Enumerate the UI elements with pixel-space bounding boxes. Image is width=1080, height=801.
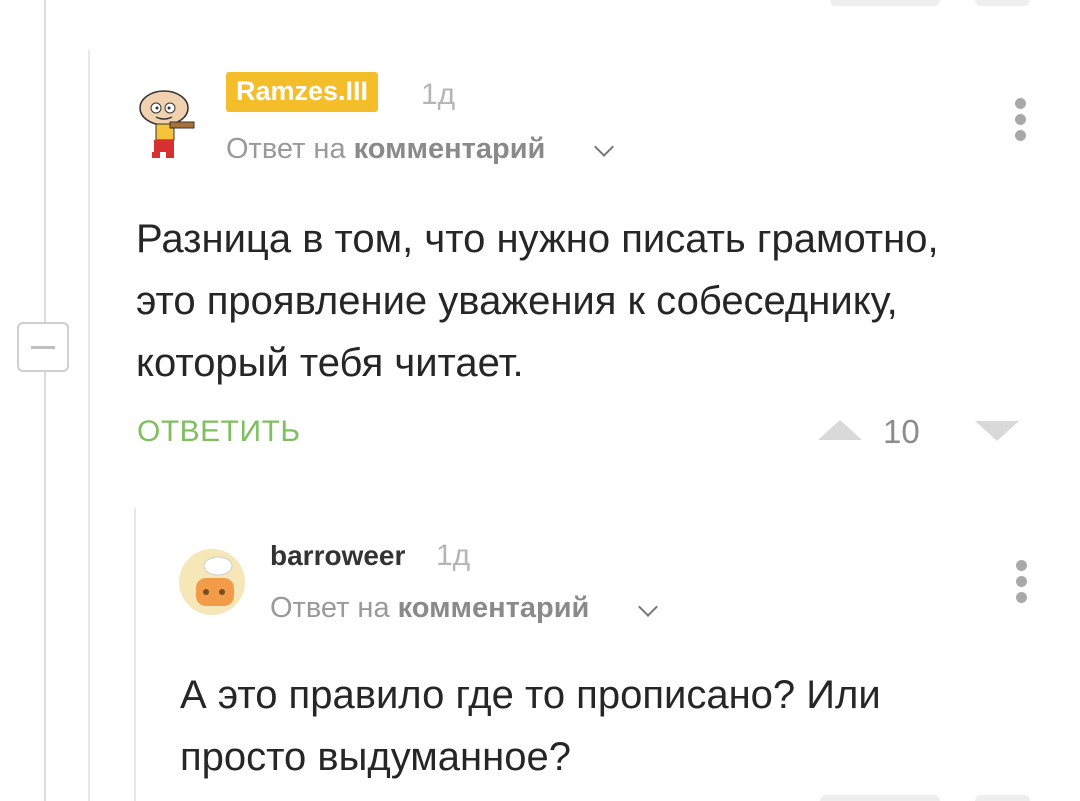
more-options-icon[interactable] xyxy=(1015,98,1027,146)
reply-to-prefix: Ответ на xyxy=(226,133,354,165)
comment-text-line: Разница в том, что нужно писать грамотно… xyxy=(136,217,939,261)
chevron-down-icon[interactable] xyxy=(594,137,614,157)
next-vote-remnant xyxy=(820,795,940,801)
comment: Ramzes.III 1д Ответ на комментарий Разни… xyxy=(0,0,1080,470)
comment-time: 1д xyxy=(436,539,471,572)
reply-to-link[interactable]: комментарий xyxy=(398,592,590,624)
comment: barroweer 1д Ответ на комментарий А это … xyxy=(0,508,1080,801)
comment-text-line: А это правило где то прописано? Или xyxy=(180,673,881,717)
comment-text-line: просто выдуманное? xyxy=(180,735,571,779)
comment-time: 1д xyxy=(421,78,456,111)
stewie-avatar-icon[interactable] xyxy=(132,84,202,164)
upvote-icon[interactable] xyxy=(818,420,862,440)
reply-button[interactable]: ОТВЕТИТЬ xyxy=(137,415,301,449)
reply-to-prefix: Ответ на xyxy=(270,592,398,624)
username-badge[interactable]: Ramzes.III xyxy=(226,72,379,112)
reply-to-label[interactable]: Ответ на комментарий xyxy=(270,592,589,625)
reply-to-link[interactable]: комментарий xyxy=(354,133,546,165)
username-link[interactable]: barroweer xyxy=(270,540,405,572)
comment-text-line: это проявление уважения к собеседнику, xyxy=(136,279,898,323)
next-vote-remnant xyxy=(975,795,1030,801)
chevron-down-icon[interactable] xyxy=(638,597,658,617)
cook-avatar-icon[interactable] xyxy=(178,548,246,616)
reply-to-label[interactable]: Ответ на комментарий xyxy=(226,133,545,166)
comment-score: 10 xyxy=(883,413,920,450)
downvote-icon[interactable] xyxy=(975,421,1019,441)
comment-text-line: который тебя читает. xyxy=(136,341,524,385)
more-options-icon[interactable] xyxy=(1016,560,1028,608)
